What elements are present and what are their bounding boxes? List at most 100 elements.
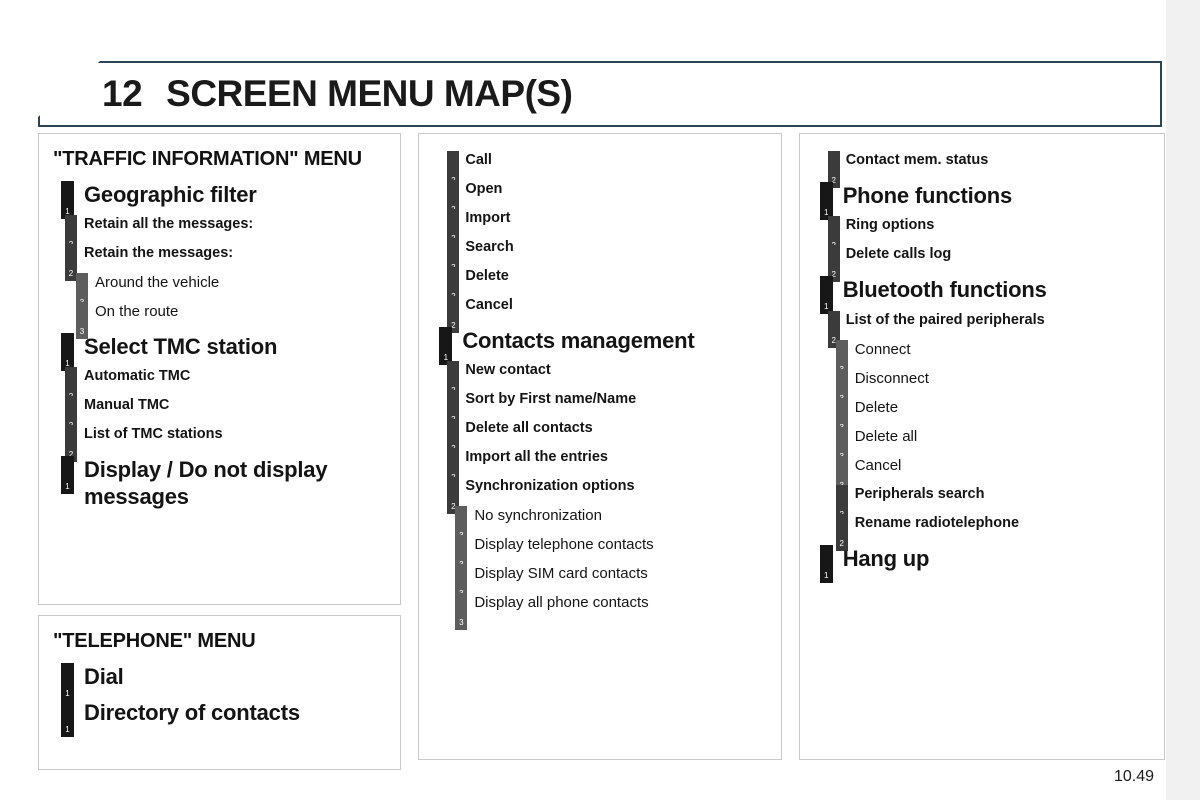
menu-item-synchronization-options[interactable]: 2 Synchronization options [427,477,772,515]
menu-columns: "TRAFFIC INFORMATION" MENU 1 Geographic … [38,133,1166,770]
menu-item-label: Connect [854,340,911,358]
menu-item-retain-the-messages[interactable]: 2 Retain the messages: [47,243,392,281]
menu-item-directory-of-contacts[interactable]: 1 Directory of contacts [47,698,392,737]
menu-item-contact-mem-status[interactable]: 2 Contact mem. status [808,151,1156,188]
menu-item-manual-tmc[interactable]: 2 Manual TMC [47,396,392,434]
menu-item-label: Automatic TMC [84,368,191,385]
panel-contacts: 2 Call 2 Open 2 Import 2 Search [418,133,782,760]
menu-item-display-telephone-contacts[interactable]: 3 Display telephone contacts [427,535,772,573]
menu-item-import-all-the-entries[interactable]: 2 Import all the entries [427,448,772,486]
chapter-header-banner: 12 SCREEN MENU MAP(S) [38,61,1162,127]
menu-item-label: Geographic filter [84,181,257,207]
menu-item-label: Contacts management [462,328,695,353]
level-marker-1: 1 [61,456,74,495]
menu-phone-bluetooth: 2 Contact mem. status 1 Phone functions … [808,151,1156,583]
menu-item-ring-options[interactable]: 2 Ring options [808,216,1156,254]
menu-item-dial[interactable]: 1 Dial [47,662,392,701]
menu-item-label: New contact [465,362,551,379]
menu-item-label: List of TMC stations [84,426,223,443]
menu-item-list-of-the-paired-peripherals[interactable]: 2 List of the paired peripherals [808,310,1156,348]
page-number: 10.49 [1113,768,1154,785]
menu-item-label: Delete [854,398,899,416]
menu-item-display-sim-card-contacts[interactable]: 3 Display SIM card contacts [427,564,772,602]
menu-item-label: Delete all [854,427,918,445]
menu-item-disconnect[interactable]: 3 Disconnect [808,368,1156,406]
menu-item-label: No synchronization [474,507,602,525]
menu-item-delete[interactable]: 3 Delete [808,397,1156,435]
menu-item-bluetooth-functions[interactable]: 1 Bluetooth functions [808,276,1156,315]
panel-telephone-menu: "TELEPHONE" MENU 1 Dial 1 Directory of c… [38,615,402,770]
menu-item-hang-up[interactable]: 1 Hang up [808,544,1156,583]
manual-page: 12 SCREEN MENU MAP(S) "TRAFFIC INFORMATI… [0,0,1200,800]
menu-item-sort-by-first-name-name[interactable]: 2 Sort by First name/Name [427,390,772,428]
menu-item-label: Delete calls log [845,246,952,263]
menu-item-label: Synchronization options [465,478,635,495]
menu-item-delete[interactable]: 2 Delete [427,267,772,304]
menu-item-display-all-phone-contacts[interactable]: 3 Display all phone contacts [427,593,772,631]
level-marker-1: 1 [61,180,74,219]
menu-item-label: On the route [95,302,179,320]
menu-item-label: Around the vehicle [95,273,220,291]
level-marker-1: 1 [819,544,833,583]
menu-item-import[interactable]: 2 Import [427,209,772,246]
column-middle: 2 Call 2 Open 2 Import 2 Search [418,133,782,770]
menu-item-label: Cancel [465,297,513,313]
menu-item-label: Contact mem. status [845,152,989,168]
menu-item-label: Retain all the messages: [84,215,254,232]
column-left: "TRAFFIC INFORMATION" MENU 1 Geographic … [38,133,402,770]
page-title: SCREEN MENU MAP(S) [166,73,573,114]
level-marker-1: 1 [61,698,74,737]
menu-item-new-contact[interactable]: 2 New contact [427,361,772,399]
menu-item-label: Delete [465,268,509,284]
menu-item-contacts-management[interactable]: 1 Contacts management [427,327,772,365]
menu-item-rename-radiotelephone[interactable]: 2 Rename radiotelephone [808,513,1156,551]
menu-telephone: 1 Dial 1 Directory of contacts [47,662,392,737]
menu-item-connect[interactable]: 3 Connect [808,339,1156,377]
menu-item-geographic-filter[interactable]: 1 Geographic filter [47,180,392,219]
menu-item-label: Cancel [854,456,902,474]
menu-item-delete-all[interactable]: 3 Delete all [808,426,1156,464]
menu-item-delete-calls-log[interactable]: 2 Delete calls log [808,245,1156,283]
menu-item-phone-functions[interactable]: 1 Phone functions [808,182,1156,220]
menu-item-open[interactable]: 2 Open [427,180,772,217]
menu-item-label: Phone functions [842,183,1013,208]
level-marker-1: 1 [61,662,74,701]
menu-traffic-information: 1 Geographic filter 2 Retain all the mes… [47,180,392,511]
menu-item-label: Directory of contacts [84,699,300,725]
menu-item-automatic-tmc[interactable]: 2 Automatic TMC [47,367,392,405]
menu-item-search[interactable]: 2 Search [427,238,772,275]
menu-item-delete-all-contacts[interactable]: 2 Delete all contacts [427,419,772,457]
menu-item-peripherals-search[interactable]: 2 Peripherals search [808,484,1156,522]
menu-item-label: Manual TMC [84,397,170,414]
menu-item-label: Call [465,152,492,168]
menu-item-label: Display / Do not display messages [84,457,328,509]
panel-heading-telephone: "TELEPHONE" MENU [53,630,256,652]
menu-item-around-the-vehicle[interactable]: 3 Around the vehicle [47,272,392,310]
menu-item-cancel[interactable]: 3 Cancel [808,455,1156,493]
menu-item-cancel[interactable]: 2 Cancel [427,296,772,333]
chapter-number: 12 [102,73,143,114]
menu-item-label: Ring options [845,217,935,234]
menu-item-on-the-route[interactable]: 3 On the route [47,301,392,339]
menu-item-label: Dial [84,663,124,689]
page-edge-band [1166,0,1200,800]
level-marker-1: 1 [61,332,74,371]
menu-item-retain-all-the-messages[interactable]: 2 Retain all the messages: [47,214,392,252]
menu-item-label: Sort by First name/Name [465,391,637,408]
menu-item-label: Rename radiotelephone [854,514,1020,531]
level-marker-1: 1 [819,182,833,220]
menu-item-label: Display SIM card contacts [474,565,648,583]
menu-item-label: Open [465,181,503,197]
menu-item-list-of-tmc-stations[interactable]: 2 List of TMC stations [47,425,392,463]
menu-item-select-tmc-station[interactable]: 1 Select TMC station [47,332,392,371]
panel-heading-traffic-information: "TRAFFIC INFORMATION" MENU [53,148,362,170]
level-marker-3: 3 [455,593,468,631]
level-marker-1: 1 [819,276,833,315]
menu-item-call[interactable]: 2 Call [427,151,772,188]
menu-item-no-synchronization[interactable]: 3 No synchronization [427,506,772,544]
menu-item-label: Retain the messages: [84,244,234,261]
menu-item-label: Select TMC station [84,333,278,359]
menu-contacts: 2 Call 2 Open 2 Import 2 Search [427,151,772,631]
menu-item-display-do-not-display-messages[interactable]: 1 Display / Do not display messages [47,456,392,510]
menu-item-label: Search [465,239,514,255]
